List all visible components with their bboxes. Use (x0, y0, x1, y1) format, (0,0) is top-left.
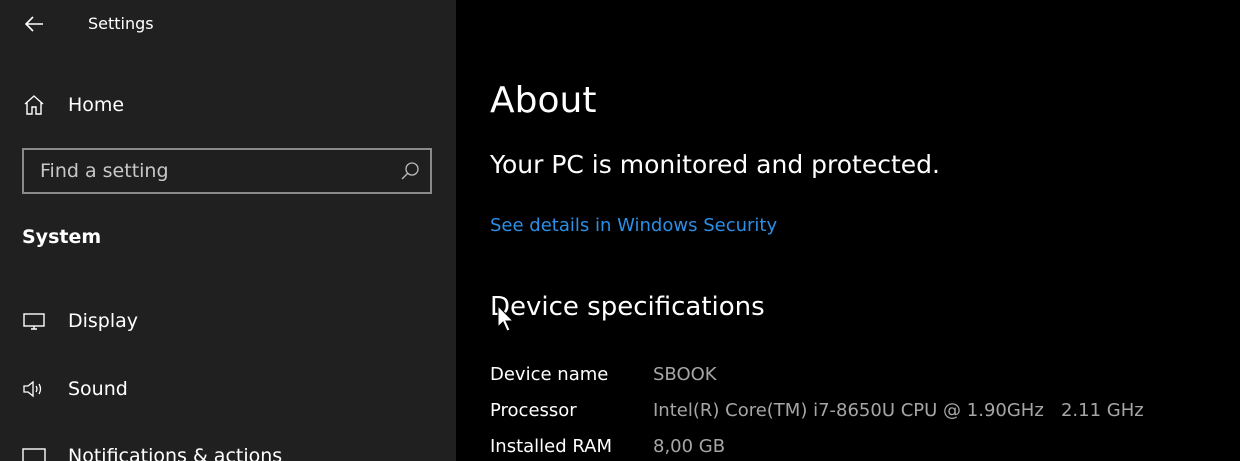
sidebar-item-display[interactable]: Display (22, 305, 138, 337)
settings-window: Settings Home System (0, 0, 1240, 461)
search-box (22, 148, 432, 194)
windows-security-link[interactable]: See details in Windows Security (490, 215, 777, 236)
spec-value: SBOOK (653, 363, 717, 385)
notification-icon (22, 444, 46, 461)
back-button[interactable] (18, 8, 50, 40)
sidebar-item-label: Display (68, 310, 139, 332)
spec-value: 8,00 GB (653, 435, 726, 457)
search-icon[interactable] (400, 161, 420, 181)
sidebar: Settings Home System (0, 0, 456, 461)
sidebar-item-label: Notifications & actions (68, 445, 283, 461)
speaker-icon (22, 377, 46, 401)
home-icon (22, 93, 46, 117)
spec-row: Device name SBOOK (490, 356, 1144, 392)
sidebar-item-notifications[interactable]: Notifications & actions (22, 440, 282, 461)
mouse-cursor-icon (497, 305, 515, 332)
search-input[interactable] (24, 150, 400, 192)
main-content: About Your PC is monitored and protected… (456, 0, 1240, 461)
spec-key: Installed RAM (490, 435, 613, 457)
back-arrow-icon (24, 16, 43, 32)
spec-row: Processor Intel(R) Core(TM) i7-8650U CPU… (490, 392, 1144, 428)
sidebar-item-home[interactable]: Home (22, 90, 124, 120)
window-title: Settings (88, 14, 154, 33)
device-spec-table: Device name SBOOK Processor Intel(R) Cor… (490, 356, 1144, 461)
spec-row: Installed RAM 8,00 GB (490, 428, 1144, 461)
spec-value: Intel(R) Core(TM) i7-8650U CPU @ 1.90GHz… (653, 399, 1144, 421)
page-title: About (490, 80, 597, 121)
monitor-icon (22, 309, 46, 333)
spec-key: Device name (490, 363, 609, 385)
protection-status: Your PC is monitored and protected. (490, 150, 940, 179)
spec-key: Processor (490, 399, 577, 421)
section-label-system: System (22, 226, 102, 248)
sidebar-item-label: Home (68, 94, 125, 116)
sidebar-item-label: Sound (68, 378, 128, 400)
sidebar-item-sound[interactable]: Sound (22, 373, 128, 405)
device-specifications-heading: Device specifications (490, 292, 765, 322)
